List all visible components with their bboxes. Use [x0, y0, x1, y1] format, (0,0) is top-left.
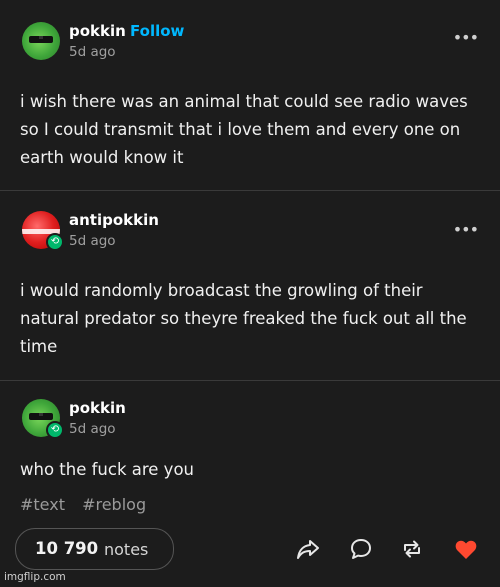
divider	[0, 380, 500, 381]
watermark: imgflip.com	[4, 571, 66, 583]
divider	[0, 190, 500, 191]
reblog-badge-icon: ⟲	[46, 233, 64, 251]
share-icon[interactable]	[296, 538, 320, 560]
tag-list: #text #reblog	[20, 495, 158, 514]
post-body: who the fuck are you	[20, 460, 194, 479]
notes-button[interactable]: 10 790 notes	[15, 528, 174, 570]
post-timestamp[interactable]: 5d ago	[69, 233, 116, 249]
tag-link[interactable]: #text	[20, 495, 65, 514]
reply-icon[interactable]	[349, 538, 373, 560]
notes-label: notes	[104, 540, 149, 559]
follow-button[interactable]: Follow	[130, 22, 184, 40]
reblog-icon[interactable]	[400, 538, 424, 560]
post-timestamp[interactable]: 5d ago	[69, 421, 116, 437]
notes-count: 10 790	[35, 539, 99, 558]
post-username[interactable]: pokkin	[69, 22, 126, 40]
more-dots-icon[interactable]: •••	[453, 220, 479, 239]
tag-link[interactable]: #reblog	[82, 495, 146, 514]
tumblr-post-card: pokkin Follow 5d ago ••• i wish there wa…	[0, 0, 500, 587]
sunglasses-icon	[29, 36, 53, 43]
sunglasses-icon	[29, 413, 53, 420]
post-username[interactable]: pokkin	[69, 399, 126, 417]
avatar[interactable]	[22, 22, 60, 60]
post-username[interactable]: antipokkin	[69, 211, 159, 229]
post-body: i wish there was an animal that could se…	[20, 92, 468, 167]
more-dots-icon[interactable]: •••	[453, 28, 479, 47]
reblog-badge-icon: ⟲	[46, 421, 64, 439]
post-timestamp[interactable]: 5d ago	[69, 44, 116, 60]
post-body: i would randomly broadcast the growling …	[20, 281, 467, 356]
like-icon[interactable]	[454, 538, 478, 560]
